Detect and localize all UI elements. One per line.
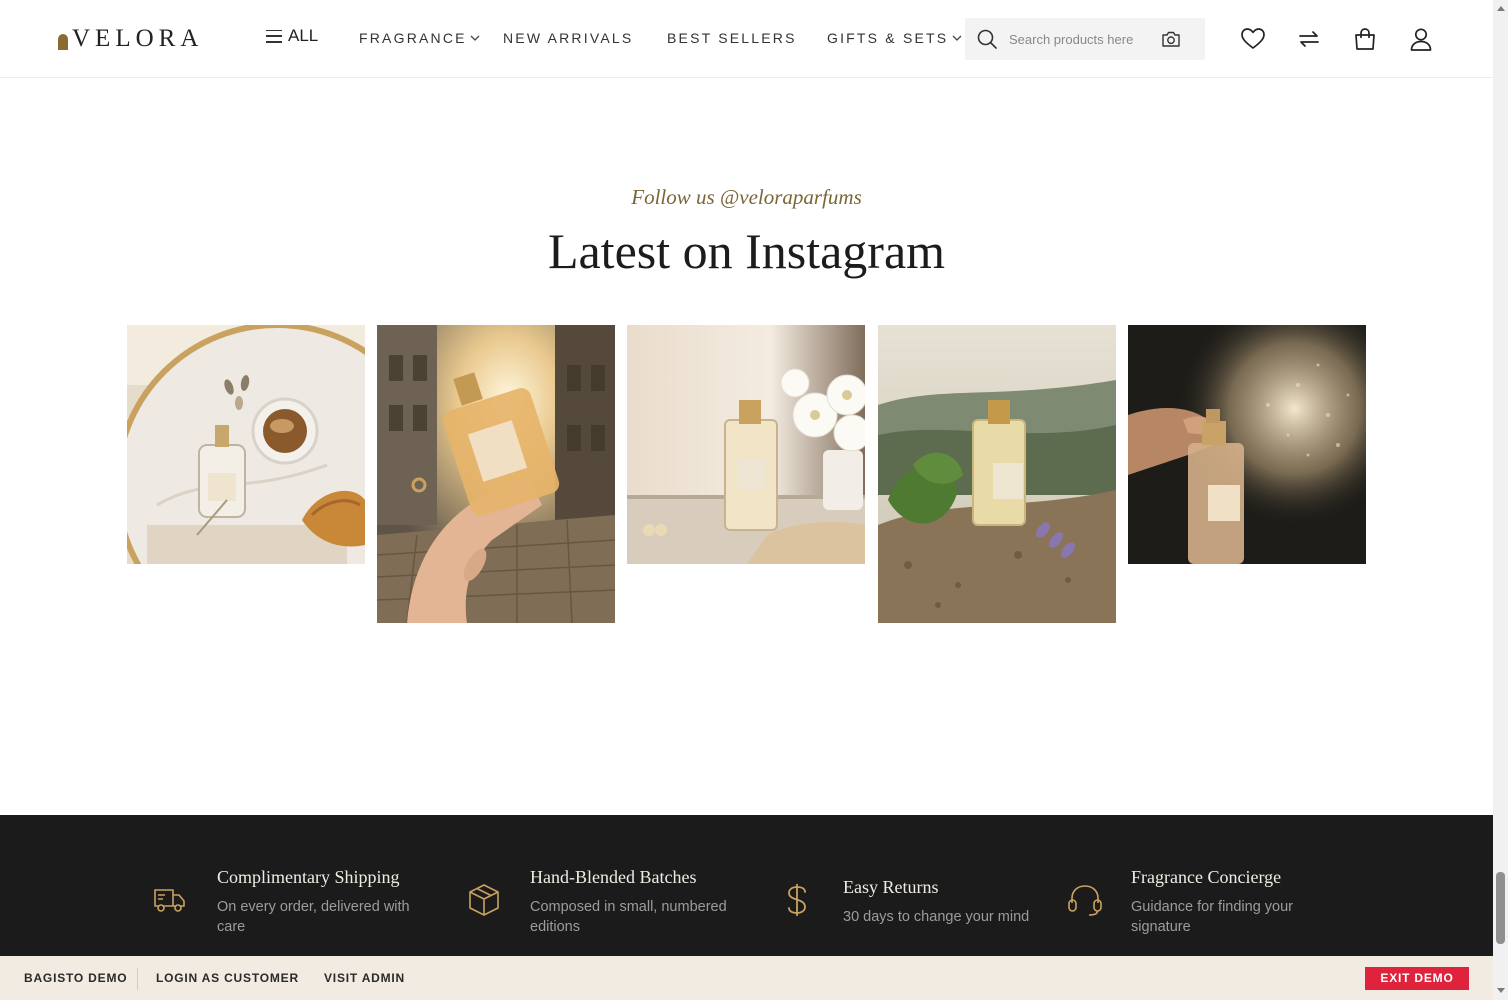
- instagram-post-2[interactable]: [377, 325, 615, 623]
- demo-bar: BAGISTO DEMO LOGIN AS CUSTOMER VISIT ADM…: [0, 956, 1493, 1000]
- instagram-image-4: [878, 325, 1116, 623]
- scroll-up-arrow-icon[interactable]: [1497, 6, 1505, 11]
- logo-text: VELORA: [72, 25, 204, 52]
- nav-gifts-sets[interactable]: GIFTS & SETS: [827, 30, 948, 46]
- feature-subtitle: Guidance for finding your signature: [1131, 899, 1294, 935]
- feature-title: Complimentary Shipping: [217, 867, 400, 887]
- box-icon: [469, 884, 499, 916]
- search-icon[interactable]: [976, 28, 998, 50]
- compare-icon[interactable]: [1296, 26, 1322, 52]
- instagram-image-1: [127, 325, 365, 564]
- follow-handle-text: Follow us @veloraparfums: [631, 185, 862, 209]
- feature-title: Hand-Blended Batches: [530, 867, 697, 887]
- divider: [137, 968, 138, 990]
- camera-icon[interactable]: [1161, 30, 1181, 48]
- visit-admin-link[interactable]: VISIT ADMIN: [324, 971, 405, 985]
- instagram-image-5: [1128, 325, 1366, 564]
- nav-fragrance[interactable]: FRAGRANCE: [359, 30, 467, 46]
- chevron-down-icon[interactable]: [470, 33, 480, 43]
- dollar-icon: [788, 884, 806, 916]
- search-bar: [965, 18, 1205, 60]
- feature-subtitle: On every order, delivered with care: [217, 899, 410, 935]
- section-title: Latest on Instagram: [547, 223, 946, 279]
- instagram-post-5[interactable]: [1128, 325, 1366, 564]
- feature-title: Easy Returns: [843, 877, 939, 897]
- feature-subtitle: Composed in small, numbered editions: [530, 899, 727, 935]
- nav-new-arrivals[interactable]: NEW ARRIVALS: [503, 30, 633, 46]
- nav-best-sellers[interactable]: BEST SELLERS: [667, 30, 797, 46]
- truck-icon: [154, 889, 185, 912]
- exit-demo-button[interactable]: EXIT DEMO: [1365, 967, 1469, 990]
- login-as-customer-link[interactable]: LOGIN AS CUSTOMER: [156, 971, 299, 985]
- page-scrollbar[interactable]: [1493, 0, 1508, 1000]
- hamburger-icon: [266, 29, 282, 43]
- site-header: VELORA ALL FRAGRANCE NEW ARRIVALS BEST S…: [0, 0, 1493, 78]
- bag-icon[interactable]: [1352, 26, 1378, 52]
- logo-mark-icon: [58, 34, 68, 50]
- logo[interactable]: VELORA: [58, 24, 203, 54]
- instagram-post-1[interactable]: [127, 325, 365, 564]
- scroll-down-arrow-icon[interactable]: [1497, 988, 1505, 993]
- instagram-post-3[interactable]: [627, 325, 865, 564]
- feature-title: Fragrance Concierge: [1131, 867, 1282, 887]
- headset-icon: [1068, 885, 1102, 916]
- feature-subtitle: 30 days to change your mind: [843, 909, 1030, 925]
- instagram-post-4[interactable]: [878, 325, 1116, 623]
- instagram-image-2: [377, 325, 615, 623]
- chevron-down-icon[interactable]: [952, 33, 962, 43]
- demo-brand-label: BAGISTO DEMO: [24, 971, 128, 985]
- scrollbar-thumb[interactable]: [1496, 872, 1505, 944]
- search-input[interactable]: [1009, 28, 1139, 50]
- heart-icon[interactable]: [1240, 26, 1266, 52]
- user-icon[interactable]: [1408, 26, 1434, 52]
- all-categories-button[interactable]: ALL: [266, 26, 318, 46]
- features-band: Complimentary Shipping On every order, d…: [0, 815, 1493, 956]
- instagram-image-3: [627, 325, 865, 564]
- all-categories-label: ALL: [288, 26, 319, 45]
